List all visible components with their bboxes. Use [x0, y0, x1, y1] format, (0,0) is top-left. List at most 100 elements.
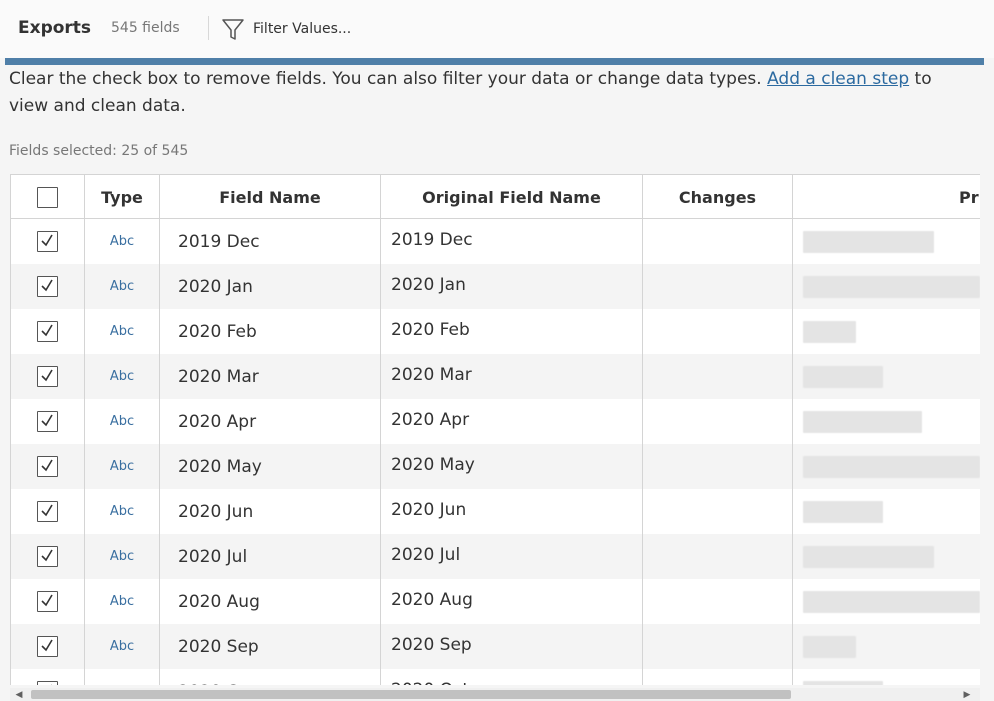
preview-cell — [793, 624, 980, 669]
type-cell[interactable]: Abc — [85, 579, 160, 624]
row-select-cell — [11, 399, 85, 444]
page-title: Exports — [18, 18, 92, 38]
original-field-name-cell: 2020 Jan — [381, 264, 643, 309]
preview-cell — [793, 219, 980, 264]
row-checkbox[interactable] — [37, 681, 58, 685]
fields-table: Type Field Name Original Field Name Chan… — [10, 174, 980, 685]
field-name-cell[interactable]: 2020 Jan — [160, 264, 381, 309]
changes-cell — [643, 579, 793, 624]
blurred-preview-values — [803, 411, 922, 433]
field-name-cell[interactable]: 2020 Jun — [160, 489, 381, 534]
field-name-cell[interactable]: 2020 Aug — [160, 579, 381, 624]
field-name-cell[interactable]: 2020 Apr — [160, 399, 381, 444]
row-checkbox[interactable] — [37, 276, 58, 297]
changes-cell — [643, 399, 793, 444]
row-select-cell — [11, 579, 85, 624]
field-name-cell[interactable]: 2020 Jul — [160, 534, 381, 579]
type-cell[interactable]: Abc — [85, 264, 160, 309]
row-checkbox[interactable] — [37, 501, 58, 522]
checkmark-icon — [41, 504, 53, 517]
table-row: Abc 2020 Feb 2020 Feb — [11, 309, 980, 354]
blurred-preview-values — [803, 501, 883, 523]
type-cell[interactable]: Abc — [85, 219, 160, 264]
filter-values-button[interactable]: Filter Values... — [220, 14, 351, 44]
table-row: Abc 2020 Sep 2020 Sep — [11, 624, 980, 669]
checkmark-icon — [41, 639, 53, 652]
original-field-name-cell: 2020 Sep — [381, 624, 643, 669]
type-cell[interactable]: Abc — [85, 669, 160, 685]
arrow-right-icon[interactable]: ▶ — [962, 690, 972, 700]
column-header-field-name[interactable]: Field Name — [160, 175, 381, 219]
row-select-cell — [11, 534, 85, 579]
add-clean-step-link[interactable]: Add a clean step — [767, 69, 909, 89]
preview-cell — [793, 489, 980, 534]
column-header-changes[interactable]: Changes — [643, 175, 793, 219]
original-field-name-cell: 2020 Apr — [381, 399, 643, 444]
checkmark-icon — [41, 369, 53, 382]
field-name-cell[interactable]: 2020 May — [160, 444, 381, 489]
blurred-preview-values — [803, 231, 934, 253]
fields-selected-label: Fields selected: 25 of 545 — [9, 143, 189, 159]
field-name-cell[interactable]: 2020 Mar — [160, 354, 381, 399]
row-checkbox[interactable] — [37, 321, 58, 342]
type-cell[interactable]: Abc — [85, 354, 160, 399]
field-count: 545 fields — [111, 20, 180, 36]
field-name-cell[interactable]: 2020 Sep — [160, 624, 381, 669]
changes-cell — [643, 309, 793, 354]
row-checkbox[interactable] — [37, 231, 58, 252]
preview-cell — [793, 354, 980, 399]
original-field-name-cell: 2020 Feb — [381, 309, 643, 354]
original-field-name-cell: 2020 Aug — [381, 579, 643, 624]
arrow-left-icon[interactable]: ◀ — [14, 690, 24, 700]
column-header-preview[interactable]: Pr — [793, 175, 980, 219]
row-checkbox[interactable] — [37, 456, 58, 477]
funnel-icon — [222, 19, 244, 40]
original-field-name-cell: 2020 Oct — [381, 669, 643, 685]
table-row: Abc 2019 Dec 2019 Dec — [11, 219, 980, 264]
checkmark-icon — [51, 684, 52, 685]
checkmark-icon — [41, 234, 53, 247]
table-row: Abc 2020 Aug 2020 Aug — [11, 579, 980, 624]
row-select-cell — [11, 264, 85, 309]
select-all-checkbox[interactable] — [37, 186, 58, 208]
row-checkbox[interactable] — [37, 636, 58, 657]
horizontal-scrollbar[interactable]: ◀ ▶ — [10, 688, 980, 701]
info-text: Clear the check box to remove fields. Yo… — [9, 66, 969, 120]
checkmark-icon — [41, 414, 53, 427]
type-cell[interactable]: Abc — [85, 444, 160, 489]
row-checkbox[interactable] — [37, 591, 58, 612]
blurred-preview-values — [803, 456, 980, 478]
field-name-cell[interactable]: 2020 Feb — [160, 309, 381, 354]
field-name-cell[interactable]: 2020 Oct — [160, 669, 381, 685]
column-header-original-field-name[interactable]: Original Field Name — [381, 175, 643, 219]
changes-cell — [643, 219, 793, 264]
table-row: Abc 2020 Jan 2020 Jan — [11, 264, 980, 309]
type-cell[interactable]: Abc — [85, 624, 160, 669]
preview-cell — [793, 264, 980, 309]
type-cell[interactable]: Abc — [85, 309, 160, 354]
scrollbar-thumb[interactable] — [31, 690, 791, 699]
changes-cell — [643, 534, 793, 579]
changes-cell — [643, 264, 793, 309]
row-checkbox[interactable] — [37, 411, 58, 432]
field-name-cell[interactable]: 2019 Dec — [160, 219, 381, 264]
row-select-cell — [11, 669, 85, 685]
row-select-cell — [11, 354, 85, 399]
blurred-preview-values — [803, 366, 883, 388]
row-checkbox[interactable] — [37, 366, 58, 387]
row-checkbox[interactable] — [37, 546, 58, 567]
table-row: Abc 2020 Apr 2020 Apr — [11, 399, 980, 444]
type-cell[interactable]: Abc — [85, 489, 160, 534]
original-field-name-cell: 2020 Jul — [381, 534, 643, 579]
changes-cell — [643, 444, 793, 489]
type-cell[interactable]: Abc — [85, 399, 160, 444]
column-header-type[interactable]: Type — [85, 175, 160, 219]
type-cell[interactable]: Abc — [85, 534, 160, 579]
blurred-preview-values — [803, 546, 934, 568]
original-field-name-cell: 2020 May — [381, 444, 643, 489]
row-select-cell — [11, 624, 85, 669]
changes-cell — [643, 669, 793, 685]
changes-cell — [643, 624, 793, 669]
row-select-cell — [11, 489, 85, 534]
table-row: Abc 2020 Jun 2020 Jun — [11, 489, 980, 534]
